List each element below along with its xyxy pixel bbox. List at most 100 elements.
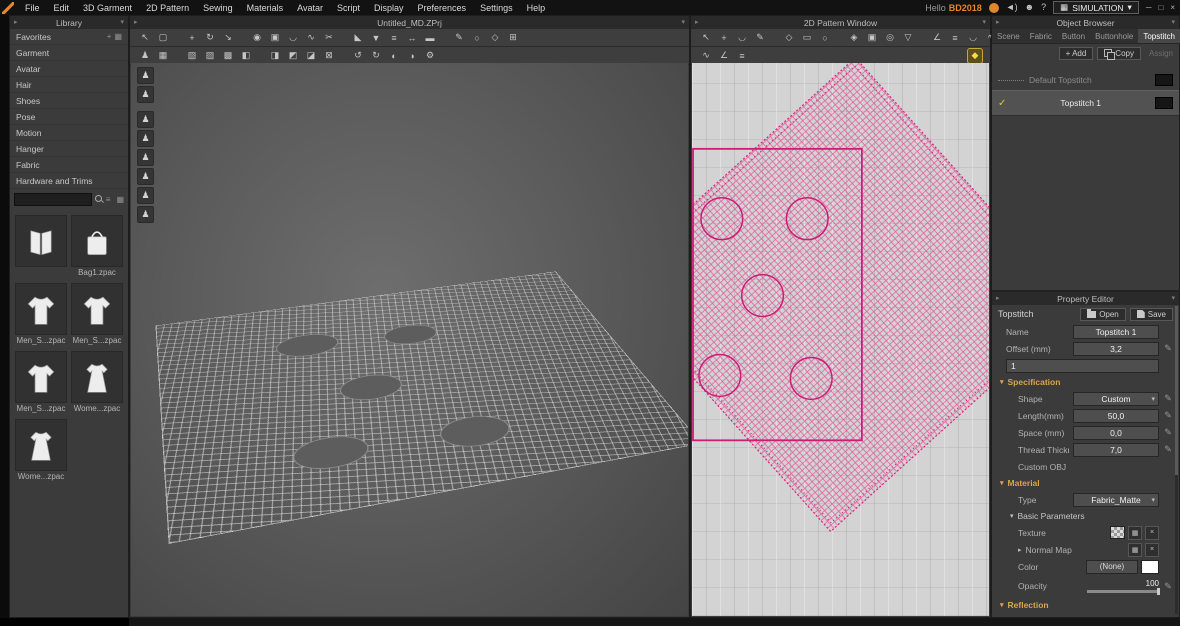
show-x-ray-toggle-icon[interactable]: ♟ [137,168,154,185]
thick-texture-view-icon[interactable]: ▨ [203,49,217,63]
assign-button[interactable]: Assign [1149,49,1173,58]
help-icon[interactable]: ? [1041,3,1046,12]
show-arrangement-toggle-icon[interactable]: ♟ [137,187,154,204]
rotate-gizmo-tool-icon[interactable]: ↻ [203,31,217,45]
show-hair-toggle-icon[interactable]: ♟ [137,86,154,103]
library-category-hair[interactable]: Hair [10,77,128,93]
list-item-default-topstitch[interactable]: Default Topstitch [992,70,1179,90]
library-category-shoes[interactable]: Shoes [10,93,128,109]
edit-pattern-tool-icon[interactable]: + [717,31,731,45]
library-item[interactable]: Men_S...zpac [15,351,67,415]
library-item[interactable] [15,215,67,279]
minimize-button[interactable]: ─ [1146,3,1152,12]
material-section[interactable]: ▾ Material [992,475,1179,491]
zipper-tool-icon[interactable]: ≡ [387,31,401,45]
tape-tool-icon[interactable]: ▬ [423,31,437,45]
mesh-view-icon[interactable]: ▩ [221,49,235,63]
menu-settings[interactable]: Settings [473,3,520,13]
panel-menu-icon[interactable]: ▸ [996,18,1000,26]
polygon-3d-tool-icon[interactable]: ◇ [488,31,502,45]
basic-parameters-section[interactable]: ▾ Basic Parameters [992,508,1179,524]
pin-tool-icon[interactable]: ◉ [250,31,264,45]
library-category-garment[interactable]: Garment [10,45,128,61]
show-shoes-toggle-icon[interactable]: ♟ [137,111,154,128]
rotate-view-right-icon[interactable]: ↻ [369,49,383,63]
circle-3d-tool-icon[interactable]: ○ [470,31,484,45]
show-fit-map-toggle-icon[interactable]: ♟ [137,130,154,147]
internal-rectangle-tool-icon[interactable]: ▣ [865,31,879,45]
menu-preferences[interactable]: Preferences [411,3,474,13]
segment-sewing-2d-tool-icon[interactable]: ◡ [966,31,980,45]
opacity-slider[interactable] [1087,590,1159,593]
tab-button[interactable]: Button [1057,29,1090,43]
search-icon[interactable] [95,195,100,204]
menu-display[interactable]: Display [367,3,411,13]
search-input[interactable] [14,193,92,206]
name-input[interactable] [1073,325,1159,339]
grid-3d-tool-icon[interactable]: ⊞ [506,31,520,45]
show-tape-toggle-icon[interactable]: ♟ [137,206,154,223]
library-category-favorites[interactable]: Favorites+▦ [10,29,128,45]
library-item[interactable]: Men_S...zpac [71,283,123,347]
menu-sewing[interactable]: Sewing [196,3,240,13]
texture-delete-icon[interactable]: × [1145,526,1159,540]
panel-options-icon[interactable]: ▾ [1171,18,1175,26]
library-item[interactable]: Men_S...zpac [15,283,67,347]
select-tool-icon[interactable]: ↖ [138,31,152,45]
account-icon[interactable]: ☻ [1025,3,1034,12]
menu-materials[interactable]: Materials [240,3,291,13]
library-category-motion[interactable]: Motion [10,125,128,141]
menu-2d-pattern[interactable]: 2D Pattern [139,3,196,13]
close-button[interactable]: × [1170,3,1175,12]
panel-options-icon[interactable]: ▾ [120,18,124,26]
show-seams-icon[interactable]: ◪ [304,49,318,63]
favorites-grid-icon[interactable]: ▦ [114,32,122,41]
property-editor-scrollbar[interactable] [1175,306,1178,614]
thread-thickness-input[interactable] [1073,443,1159,457]
3d-viewport[interactable]: ♟ ♟ ♟ ♟ ♟ ♟ ♟ ♟ [131,63,688,616]
library-category-hardware-and-trims[interactable]: Hardware and Trims [10,173,128,189]
circle-tool-icon[interactable]: ○ [818,31,832,45]
save-button[interactable]: Save [1130,308,1173,321]
texture-surface-view-icon[interactable]: ▧ [185,49,199,63]
edit-curvature-tool-icon[interactable]: ◡ [735,31,749,45]
grid-view-icon[interactable]: ▦ [116,195,124,204]
reflection-section[interactable]: ▾ Reflection [992,597,1179,613]
panel-options-icon[interactable]: ▾ [681,18,685,26]
library-category-pose[interactable]: Pose [10,109,128,125]
specification-section[interactable]: ▾ Specification [992,374,1179,390]
panel-menu-icon[interactable]: ▸ [695,18,699,26]
opacity-edit-icon[interactable]: ✎ [1163,581,1173,592]
internal-polygon-tool-icon[interactable]: ◈ [847,31,861,45]
show-avatar-toggle-icon[interactable]: ♟ [137,67,154,84]
internal-circle-tool-icon[interactable]: ◎ [883,31,897,45]
dart-tool-icon[interactable]: ▽ [901,31,915,45]
add-button[interactable]: + Add [1059,47,1094,60]
offset-edit-icon[interactable]: ✎ [1163,343,1173,354]
normal-map-expand-icon[interactable]: ▸ [1018,546,1022,554]
box-select-tool-icon[interactable]: ▢ [156,31,170,45]
2d-pattern-canvas[interactable] [692,63,989,616]
simulation-mode-button[interactable]: ▦ SIMULATION ▾ [1053,1,1139,14]
rotate-view-left-icon[interactable]: ↺ [351,49,365,63]
rectangle-tool-icon[interactable]: ▭ [800,31,814,45]
copy-button[interactable]: Copy [1097,47,1141,60]
show-internal-lines-icon[interactable]: ◨ [268,49,282,63]
show-arrangement-points-icon[interactable]: ▦ [156,49,170,63]
pen-3d-tool-icon[interactable]: ✎ [452,31,466,45]
show-skin-offset-toggle-icon[interactable]: ♟ [137,149,154,166]
panel-options-icon[interactable]: ▾ [982,18,986,26]
library-category-avatar[interactable]: Avatar [10,61,128,77]
material-type-select[interactable]: Fabric_Matte ▾ [1073,493,1159,507]
free-sewing-tool-icon[interactable]: ∿ [304,31,318,45]
scale-gizmo-tool-icon[interactable]: ↘ [221,31,235,45]
edit-sewing-tool-icon[interactable]: ✂ [322,31,336,45]
tab-buttonhole[interactable]: Buttonhole [1090,29,1138,43]
clo-badge-icon[interactable] [989,3,999,13]
texture-swatch[interactable] [1110,526,1125,539]
polygon-tool-icon[interactable]: ◇ [782,31,796,45]
menu-script[interactable]: Script [330,3,367,13]
add-favorite-icon[interactable]: + [107,32,112,41]
normal-map-browse-icon[interactable]: ▦ [1128,543,1142,557]
move-gizmo-tool-icon[interactable]: + [185,31,199,45]
